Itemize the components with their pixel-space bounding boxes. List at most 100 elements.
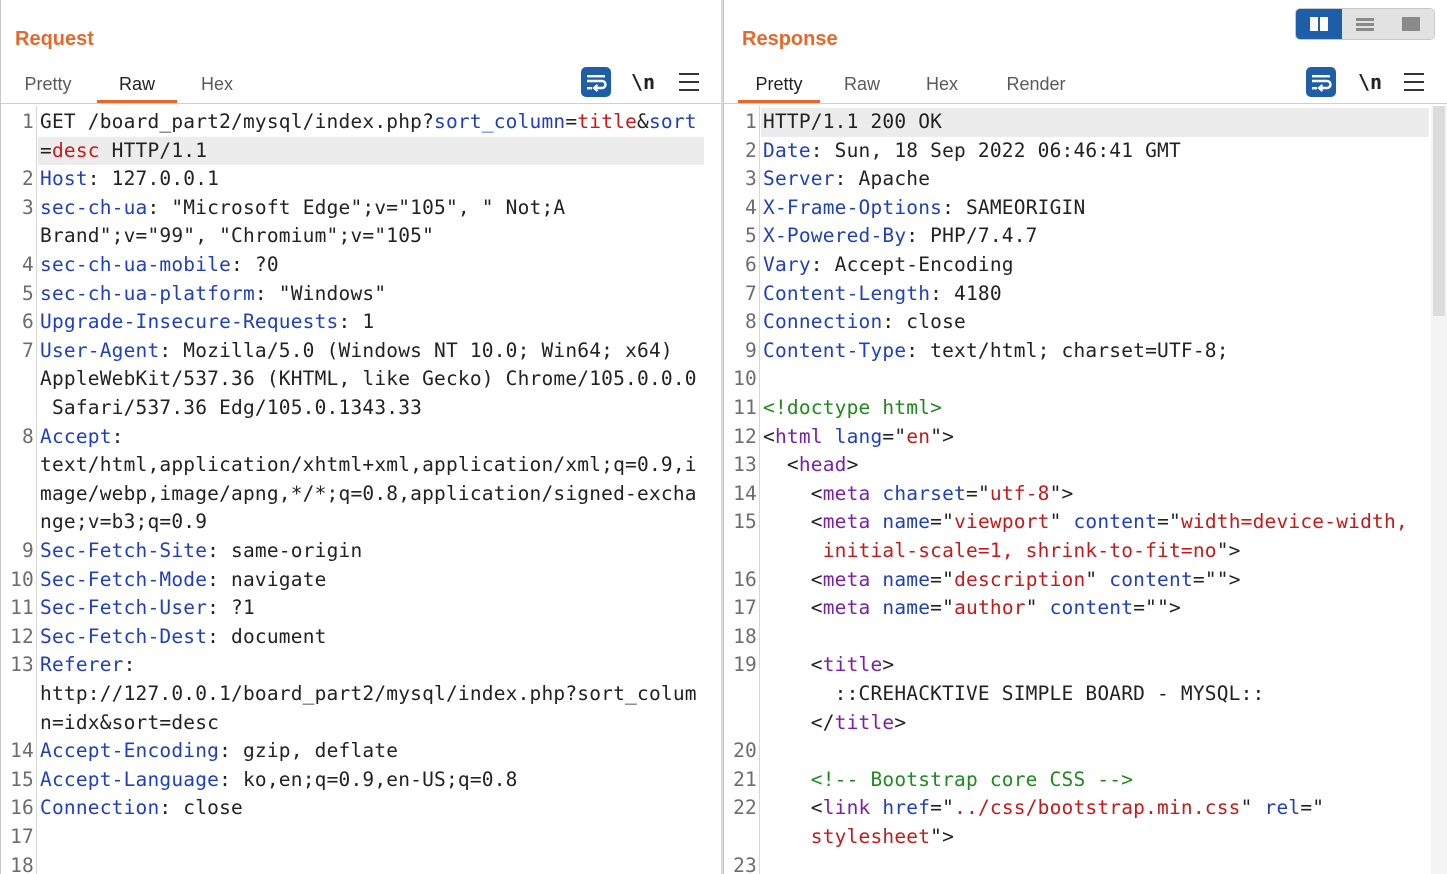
code-token: : PHP/7.4.7 bbox=[906, 224, 1038, 248]
code-token: X-Frame-Options bbox=[763, 195, 943, 219]
line-content: X-Powered-By: PHP/7.4.7 bbox=[763, 222, 1038, 251]
code-line: 1 HTTP/1.1 200 OK bbox=[724, 108, 1447, 137]
code-token: <!doctype html> bbox=[763, 396, 943, 419]
line-content: Host: 127.0.0.1 bbox=[40, 165, 219, 194]
line-number: 10 bbox=[10, 567, 34, 591]
line-content: </title> bbox=[763, 709, 906, 738]
request-tab-raw[interactable]: Raw bbox=[97, 70, 177, 103]
response-menu-icon[interactable] bbox=[1404, 67, 1424, 97]
response-show-newlines-button[interactable]: \n bbox=[1358, 67, 1382, 97]
code-token: < bbox=[763, 481, 823, 505]
line-number: 9 bbox=[22, 539, 34, 562]
code-token: = bbox=[565, 110, 578, 133]
line-content: Brand";v="99", "Chromium";v="105" bbox=[40, 222, 434, 251]
line-content: Content-Type: text/html; charset=UTF-8; bbox=[763, 337, 1229, 366]
line-number: 4 bbox=[22, 253, 34, 276]
show-newlines-button[interactable]: \n bbox=[631, 67, 655, 97]
code-token: =" bbox=[882, 424, 907, 448]
line-content: text/html,application/xhtml+xml,applicat… bbox=[40, 451, 697, 480]
request-tab-hex[interactable]: Hex bbox=[187, 70, 247, 103]
line-content: <head> bbox=[763, 451, 859, 480]
line-number: 3 bbox=[22, 195, 34, 219]
response-tab-hex[interactable]: Hex bbox=[912, 70, 972, 103]
line-content: Upgrade-Insecure-Requests: 1 bbox=[40, 308, 374, 337]
request-menu-icon[interactable] bbox=[679, 67, 699, 97]
code-line: 12 <html lang="en"> bbox=[724, 423, 1447, 452]
request-tab-pretty[interactable]: Pretty bbox=[11, 70, 85, 103]
code-line: 2 Date: Sun, 18 Sep 2022 06:46:41 GMT bbox=[724, 137, 1447, 166]
code-token: > bbox=[894, 710, 907, 734]
request-editor[interactable]: 1 GET /board_part2/mysql/index.php?sort_c… bbox=[1, 106, 722, 874]
wrap-icon bbox=[1312, 75, 1332, 92]
line-content: Sec-Fetch-Site: same-origin bbox=[40, 537, 362, 566]
code-line: 8 Connection: close bbox=[724, 308, 1447, 337]
layout-side-by-side-button[interactable] bbox=[1296, 9, 1342, 39]
code-token: "> bbox=[1049, 481, 1074, 505]
code-token: =" bbox=[1300, 796, 1325, 820]
code-line: Brand";v="99", "Chromium";v="105" bbox=[1, 222, 722, 251]
code-token: & bbox=[637, 110, 649, 133]
response-wrap-lines-button[interactable] bbox=[1306, 67, 1336, 97]
response-tab-raw[interactable]: Raw bbox=[832, 70, 892, 103]
line-number: 3 bbox=[745, 167, 757, 191]
code-line: 7 User-Agent: Mozilla/5.0 (Windows NT 10.… bbox=[1, 337, 722, 366]
code-token: "> bbox=[1216, 539, 1241, 562]
code-token: : ko,en;q=0.9,en-US;q=0.8 bbox=[219, 767, 518, 791]
line-content: <meta name="viewport" content="width=dev… bbox=[763, 508, 1408, 537]
line-number: 16 bbox=[733, 567, 757, 591]
code-line: 19 <title> bbox=[724, 651, 1447, 680]
code-line: stylesheet"> bbox=[724, 823, 1447, 852]
code-token: : document bbox=[207, 624, 327, 648]
response-tab-pretty[interactable]: Pretty bbox=[738, 70, 820, 103]
line-number: 2 bbox=[22, 167, 34, 191]
code-token: : close bbox=[882, 310, 966, 334]
code-line: 14 <meta charset="utf-8"> bbox=[724, 480, 1447, 509]
code-token: > bbox=[846, 453, 859, 477]
code-line: 7 Content-Length: 4180 bbox=[724, 280, 1447, 309]
line-content: sec-ch-ua-mobile: ?0 bbox=[40, 251, 279, 280]
code-line: =desc HTTP/1.1 bbox=[1, 137, 722, 166]
line-content: Content-Length: 4180 bbox=[763, 280, 1002, 309]
code-token: ../css/bootstrap.min.css bbox=[954, 796, 1241, 820]
code-token: meta bbox=[822, 510, 871, 534]
code-line: AppleWebKit/537.36 (KHTML, like Gecko) C… bbox=[1, 365, 722, 394]
code-line: 1 GET /board_part2/mysql/index.php?sort_c… bbox=[1, 108, 722, 137]
code-token: content bbox=[1097, 567, 1193, 591]
response-editor[interactable]: 1 HTTP/1.1 200 OK 2 Date: Sun, 18 Sep 2022 … bbox=[724, 106, 1447, 874]
code-line: 6 Vary: Accept-Encoding bbox=[724, 251, 1447, 280]
line-content: http://127.0.0.1/board_part2/mysql/index… bbox=[40, 680, 697, 709]
wrap-lines-button[interactable] bbox=[581, 67, 611, 97]
line-number: 12 bbox=[733, 424, 757, 448]
code-line: 22 <link href="../css/bootstrap.min.css"… bbox=[724, 794, 1447, 823]
code-line: 16 Connection: close bbox=[1, 794, 722, 823]
code-token: n=idx&sort=desc bbox=[40, 710, 220, 734]
code-token: content bbox=[1037, 596, 1134, 620]
code-token: : ?1 bbox=[207, 596, 255, 620]
code-line: 23 bbox=[724, 852, 1447, 874]
code-token: stylesheet bbox=[763, 825, 931, 848]
line-number: 4 bbox=[745, 195, 757, 219]
line-number: 14 bbox=[10, 739, 34, 763]
line-content: HTTP/1.1 200 OK bbox=[763, 108, 942, 137]
code-line: 21 <!-- Bootstrap core CSS --> bbox=[724, 766, 1447, 795]
code-token: " bbox=[1240, 796, 1253, 820]
response-tab-render[interactable]: Render bbox=[994, 70, 1078, 103]
layout-stacked-button[interactable] bbox=[1342, 9, 1388, 39]
code-token: "> bbox=[930, 424, 955, 448]
line-content: sec-ch-ua-platform: "Windows" bbox=[40, 280, 386, 309]
request-title: Request bbox=[15, 28, 94, 50]
code-token: : "Microsoft Edge";v="105", " Not;A bbox=[147, 195, 566, 219]
line-number: 8 bbox=[22, 424, 34, 448]
code-token: viewport bbox=[954, 510, 1050, 534]
code-line: 10 bbox=[724, 365, 1447, 394]
code-token: =" bbox=[1157, 510, 1181, 534]
line-content: <meta name="description" content=""> bbox=[763, 566, 1241, 595]
code-token: < bbox=[763, 510, 823, 534]
code-token: href bbox=[870, 796, 931, 820]
code-token: Sec-Fetch-Site bbox=[40, 539, 208, 562]
layout-single-button[interactable] bbox=[1388, 9, 1434, 39]
line-number: 1 bbox=[22, 110, 34, 133]
code-line: initial-scale=1, shrink-to-fit=no"> bbox=[724, 537, 1447, 566]
code-line: 5 sec-ch-ua-platform: "Windows" bbox=[1, 280, 722, 309]
code-token: Upgrade-Insecure-Requests bbox=[40, 310, 339, 334]
